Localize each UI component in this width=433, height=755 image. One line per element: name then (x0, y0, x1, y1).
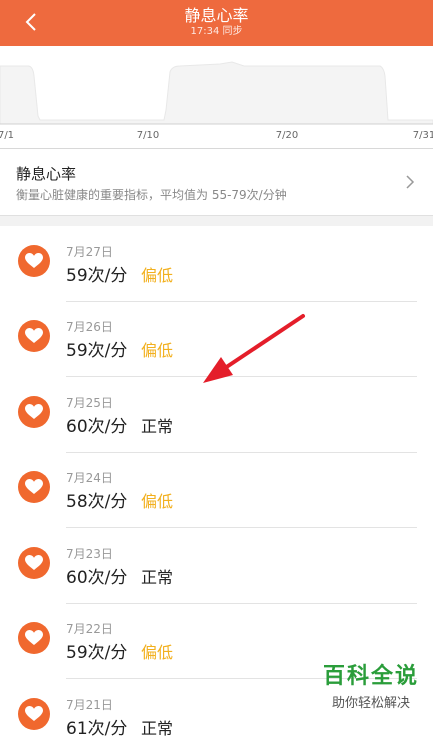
chart-area-fill (0, 61, 433, 125)
record-date: 7月22日 (66, 622, 113, 636)
list-item[interactable]: 7月23日 60次/分 正常 (0, 528, 433, 604)
record-status: 正常 (141, 568, 174, 587)
page-title: 静息心率 (184, 6, 249, 25)
section-gap (0, 215, 433, 226)
watermark: 百科全说 助你轻松解决 (323, 658, 419, 711)
heart-icon (18, 547, 50, 579)
record-value: 59次/分 (66, 341, 128, 361)
record-value: 58次/分 (66, 492, 128, 512)
heart-icon (18, 471, 50, 503)
heart-icon (18, 622, 50, 654)
list-item[interactable]: 7月25日 60次/分 正常 (0, 377, 433, 453)
chevron-right-icon (406, 175, 415, 189)
record-status: 正常 (141, 417, 174, 436)
record-date: 7月23日 (66, 547, 113, 561)
record-value: 59次/分 (66, 266, 128, 286)
x-tick-label: 7/31 (412, 130, 433, 141)
record-date: 7月26日 (66, 320, 113, 334)
app-header: 静息心率 17:34 同步 (0, 0, 433, 46)
heart-icon (18, 396, 50, 428)
watermark-subtitle: 助你轻松解决 (331, 696, 410, 711)
info-title: 静息心率 (16, 165, 77, 183)
record-date: 7月21日 (66, 698, 113, 712)
list-item[interactable]: 7月27日 59次/分 偏低 (0, 226, 433, 302)
record-value: 60次/分 (66, 417, 128, 437)
watermark-title: 百科全说 (322, 664, 419, 689)
record-date: 7月25日 (66, 396, 113, 410)
heart-icon (18, 320, 50, 352)
record-status: 偏低 (141, 492, 174, 511)
x-tick-label: 7/1 (0, 130, 15, 141)
record-date: 7月24日 (66, 471, 113, 485)
list-item[interactable]: 7月24日 58次/分 偏低 (0, 452, 433, 528)
record-value: 59次/分 (66, 643, 128, 663)
x-tick-label: 7/20 (275, 130, 299, 141)
x-tick-label: 7/10 (136, 130, 160, 141)
record-status: 偏低 (141, 341, 174, 360)
record-value: 60次/分 (66, 568, 128, 588)
info-description: 衡量心脏健康的重要指标，平均值为 55-79次/分钟 (16, 188, 287, 202)
heart-icon (18, 698, 50, 730)
record-status: 正常 (141, 719, 174, 738)
record-date: 7月27日 (66, 245, 113, 259)
record-status: 偏低 (141, 643, 174, 662)
heart-rate-chart[interactable]: 7/1 7/10 7/20 7/31 (0, 46, 433, 148)
info-row[interactable]: 静息心率 衡量心脏健康的重要指标，平均值为 55-79次/分钟 (0, 149, 433, 215)
record-value: 61次/分 (66, 719, 128, 739)
heart-icon (18, 245, 50, 277)
chart-area-svg (0, 61, 433, 125)
list-item[interactable]: 7月26日 59次/分 偏低 (0, 301, 433, 377)
sync-time: 17:34 同步 (190, 26, 243, 37)
record-status: 偏低 (141, 266, 174, 285)
